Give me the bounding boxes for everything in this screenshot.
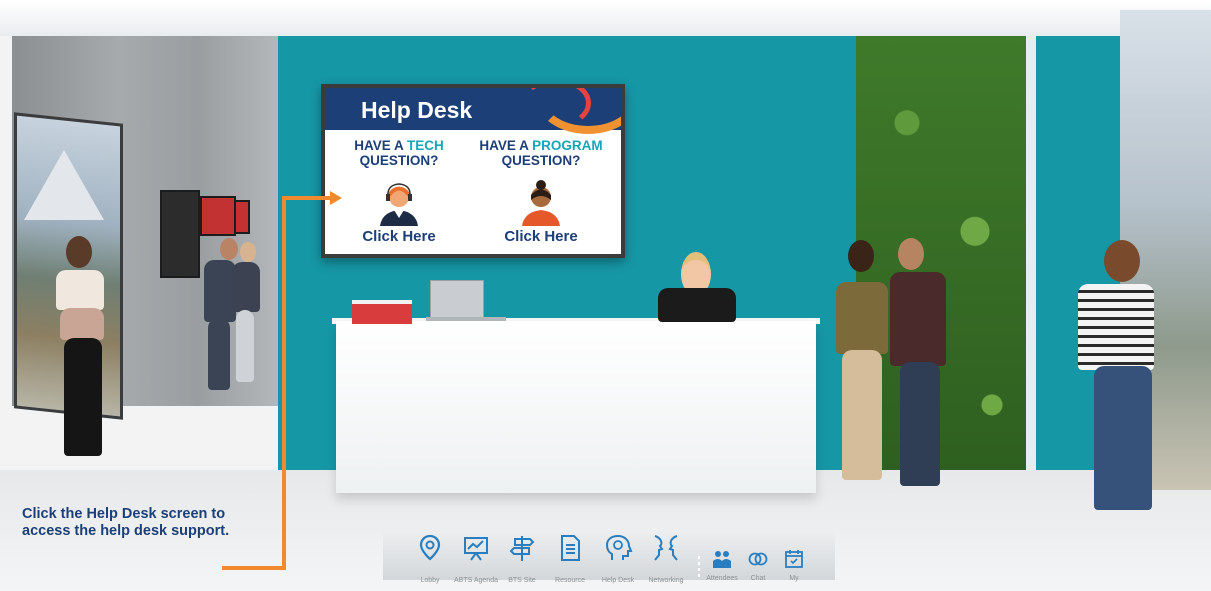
mountain-view [24, 150, 104, 220]
ceiling [0, 0, 1211, 36]
screen-header: Help Desk [325, 88, 621, 134]
virtual-lobby-scene: Help Desk HAVE A TECH QUESTION? HAVE A P… [0, 0, 1211, 591]
wall-poster [200, 196, 236, 236]
document-icon [561, 535, 580, 561]
attendees-icon [713, 551, 731, 568]
calendar-icon [785, 550, 803, 568]
program-click-here-link[interactable]: Click Here [471, 228, 611, 245]
wall-poster [234, 200, 250, 234]
program-question-line2: QUESTION? [501, 153, 581, 168]
pointer-arrow-line [282, 196, 330, 200]
tech-question-prefix: HAVE A [354, 138, 407, 153]
help-head-icon [605, 534, 633, 560]
nav-label: My [789, 575, 799, 582]
presentation-board-icon [464, 537, 488, 561]
tech-question-line2: QUESTION? [359, 153, 439, 168]
laptop [430, 280, 484, 320]
tech-question: HAVE A TECH QUESTION? [329, 138, 469, 168]
signpost-icon [509, 536, 535, 561]
program-support-avatar-icon [522, 180, 560, 226]
networking-faces-icon [654, 535, 678, 561]
location-pin-icon [419, 534, 441, 561]
nav-attendees[interactable]: Attendees [704, 548, 740, 584]
nav-chat[interactable]: Chat [740, 548, 776, 584]
program-question-prefix: HAVE A [479, 138, 533, 153]
pointer-arrow-line [282, 196, 286, 570]
instruction-text: Click the Help Desk screen to access the… [22, 506, 230, 539]
nav-my-schedule[interactable]: My [776, 548, 812, 584]
nav-label: Chat [750, 575, 766, 582]
program-question-accent: PROGRAM [532, 138, 603, 153]
help-desk-screen[interactable]: Help Desk HAVE A TECH QUESTION? HAVE A P… [321, 84, 625, 258]
wall-poster [160, 190, 200, 278]
nav-label: Attendees [706, 575, 738, 582]
column [1026, 36, 1036, 470]
nav-label: Networking [648, 577, 684, 584]
nav-separator [698, 556, 700, 578]
screen-title: Help Desk [361, 97, 473, 123]
arrow-head-icon [330, 191, 342, 205]
laptop-base [426, 317, 506, 321]
program-question: HAVE A PROGRAM QUESTION? [471, 138, 611, 168]
tech-support-avatar-icon [380, 183, 418, 226]
nav-networking[interactable]: Networking [638, 533, 694, 584]
book [352, 300, 412, 324]
tech-question-accent: TECH [407, 138, 444, 153]
tech-click-here-link[interactable]: Click Here [329, 228, 469, 245]
pointer-arrow-line [222, 566, 286, 570]
chat-icon [748, 552, 768, 566]
reception-desk [336, 321, 816, 493]
